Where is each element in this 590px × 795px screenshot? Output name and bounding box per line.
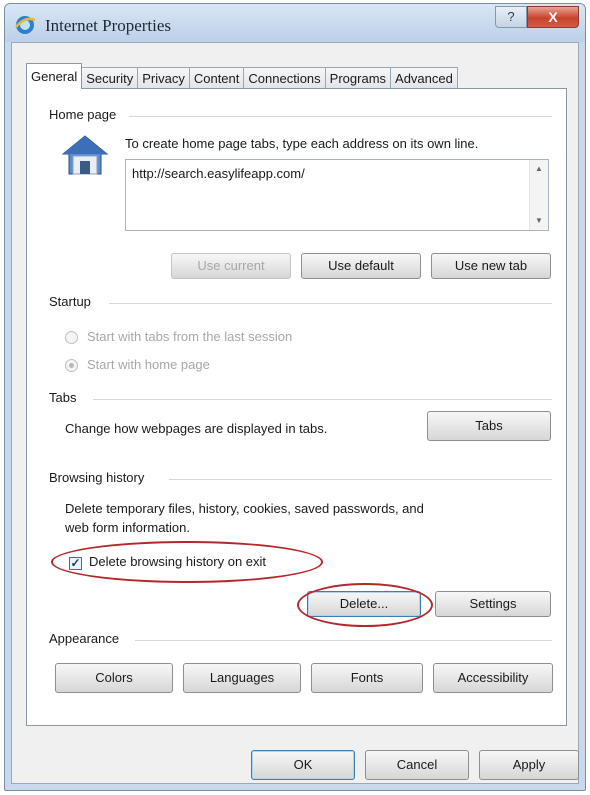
radio-home-page-label: Start with home page: [87, 357, 210, 372]
startup-group-title: Startup: [49, 294, 91, 309]
home-page-url-value: http://search.easylifeapp.com/: [132, 166, 305, 181]
url-field-scrollbar[interactable]: ▲ ▼: [529, 160, 548, 230]
use-current-button[interactable]: Use current: [171, 253, 291, 279]
apply-button[interactable]: Apply: [479, 750, 579, 780]
appearance-group-title: Appearance: [49, 631, 120, 646]
radio-last-session[interactable]: [65, 331, 78, 344]
home-page-group-title: Home page: [49, 107, 117, 122]
tab-privacy[interactable]: Privacy: [137, 67, 190, 89]
tab-programs[interactable]: Programs: [324, 67, 392, 89]
browsing-history-description-line2: web form information.: [65, 520, 190, 535]
home-page-instruction: To create home page tabs, type each addr…: [125, 136, 479, 151]
annotation-circle-delete-button: [297, 583, 433, 627]
radio-home-page[interactable]: [65, 359, 78, 372]
browsing-history-group-title: Browsing history: [49, 470, 145, 485]
appearance-divider: [135, 640, 552, 641]
close-button[interactable]: X: [527, 6, 579, 28]
house-icon: [61, 135, 109, 175]
tab-advanced[interactable]: Advanced: [390, 67, 458, 89]
tab-connections[interactable]: Connections: [243, 67, 326, 89]
tabs-group-title: Tabs: [49, 390, 77, 405]
browsing-history-description-line1: Delete temporary files, history, cookies…: [65, 501, 424, 516]
accessibility-button[interactable]: Accessibility: [433, 663, 553, 693]
tab-general[interactable]: General: [26, 63, 83, 89]
home-page-url-field[interactable]: http://search.easylifeapp.com/ ▲ ▼: [125, 159, 549, 231]
browsing-history-settings-button[interactable]: Settings: [435, 591, 551, 617]
fonts-button[interactable]: Fonts: [311, 663, 423, 693]
cancel-button[interactable]: Cancel: [365, 750, 469, 780]
tabs-settings-button[interactable]: Tabs: [427, 411, 551, 441]
internet-properties-window: Internet Properties ? X General Security…: [4, 3, 586, 791]
tabs-description: Change how webpages are displayed in tab…: [65, 421, 328, 436]
internet-explorer-icon: [15, 16, 36, 34]
use-default-button[interactable]: Use default: [301, 253, 421, 279]
scroll-up-icon[interactable]: ▲: [530, 160, 548, 178]
ok-button[interactable]: OK: [251, 750, 355, 780]
radio-last-session-label: Start with tabs from the last session: [87, 329, 293, 344]
title-bar[interactable]: Internet Properties ? X: [5, 4, 585, 42]
tab-strip: General Security Privacy Content Connect…: [26, 63, 458, 89]
browsing-history-divider: [169, 479, 552, 480]
languages-button[interactable]: Languages: [183, 663, 301, 693]
scroll-down-icon[interactable]: ▼: [530, 212, 548, 230]
annotation-circle-delete-on-exit: [51, 541, 323, 583]
home-page-divider: [129, 116, 552, 117]
startup-divider: [109, 303, 552, 304]
tab-content[interactable]: Content: [188, 67, 245, 89]
help-button[interactable]: ?: [495, 6, 527, 28]
tabs-divider: [93, 399, 552, 400]
use-new-tab-button[interactable]: Use new tab: [431, 253, 551, 279]
window-title: Internet Properties: [45, 16, 172, 35]
colors-button[interactable]: Colors: [55, 663, 173, 693]
tab-security[interactable]: Security: [81, 67, 139, 89]
